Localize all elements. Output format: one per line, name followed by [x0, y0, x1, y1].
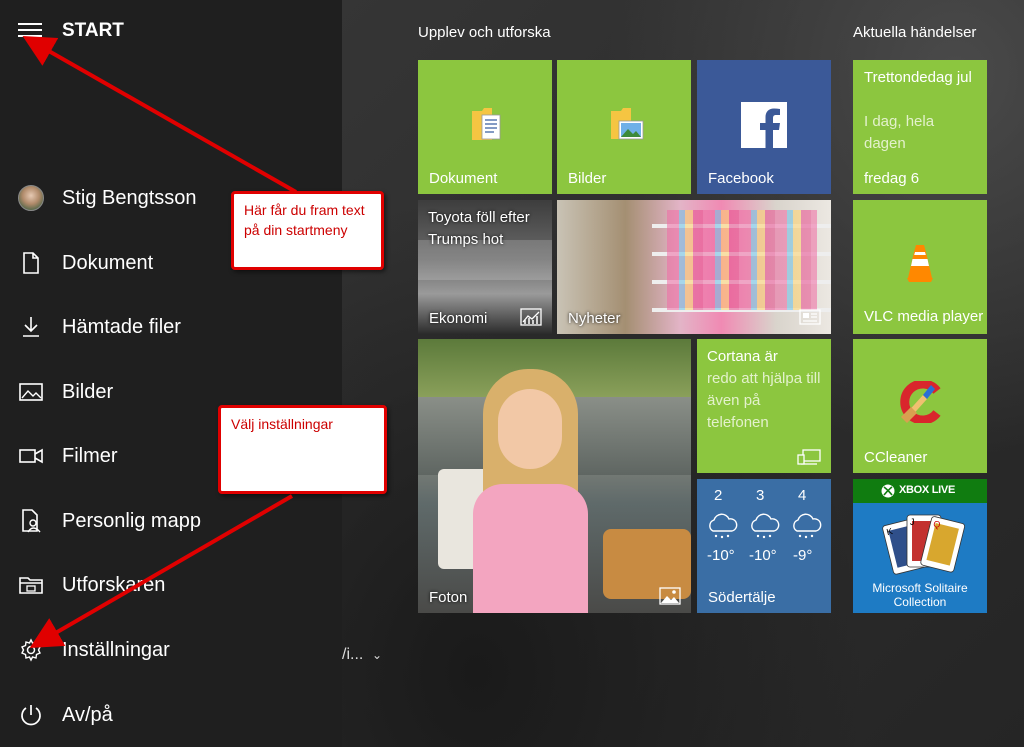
chevron-down-icon[interactable]: ⌄	[372, 648, 382, 662]
cloud-snow-icon	[709, 513, 738, 539]
annotation-callout-bottom: Välj inställningar	[218, 405, 387, 494]
avatar	[18, 185, 44, 211]
person-photo	[498, 389, 562, 469]
folder-pictures-icon	[611, 108, 644, 140]
tile-nyheter[interactable]: Nyheter	[557, 200, 831, 334]
tile-label: Nyheter	[568, 310, 621, 327]
start-menu-sidebar: START Stig Bengtsson Dokument Hämtade fi…	[0, 0, 342, 747]
sidebar-item-label: Personlig mapp	[62, 509, 201, 532]
ccleaner-icon	[900, 381, 941, 423]
tile-label: Foton	[429, 589, 468, 606]
tile-weather[interactable]: 2 3 4 -10° -10° -9° Södertälje	[697, 479, 831, 613]
news-icon	[799, 309, 821, 325]
cortana-title: Cortana är	[707, 348, 778, 365]
group-header-aktuella: Aktuella händelser	[853, 24, 977, 41]
sidebar-item-label: Dokument	[62, 251, 154, 274]
gear-icon	[0, 638, 62, 662]
sidebar-item-av-pa[interactable]: Av/på	[0, 690, 342, 740]
file-explorer-icon	[0, 575, 62, 595]
facebook-logo-icon	[741, 102, 787, 148]
tile-cortana[interactable]: Cortana är redo att hjälpa till även på …	[697, 339, 831, 473]
tile-solitaire[interactable]: XBOX LIVE K J Q Microsoft Solitaire Coll…	[853, 479, 987, 613]
sidebar-item-label: Bilder	[62, 380, 114, 403]
sidebar-item-hamtade-filer[interactable]: Hämtade filer	[0, 302, 342, 352]
tile-dokument[interactable]: Dokument	[418, 60, 552, 194]
tile-news-ekonomi[interactable]: Toyota föll efter Trumps hot Ekonomi	[418, 200, 552, 334]
group-header-upplev: Upplev och utforska	[418, 24, 551, 41]
tile-label: VLC media player	[864, 308, 984, 325]
sidebar-item-utforskaren[interactable]: Utforskaren	[0, 560, 342, 610]
cloud-snow-icon	[751, 513, 780, 539]
playing-cards-icon: K J Q	[882, 514, 966, 575]
xbox-live-banner: XBOX LIVE	[853, 479, 987, 503]
weather-city: Södertälje	[708, 589, 776, 606]
calendar-when: I dag, hela dagen	[864, 113, 935, 152]
tile-bilder[interactable]: Bilder	[557, 60, 691, 194]
tile-foton[interactable]: Foton	[418, 339, 691, 613]
annotation-callout-top: Här får du fram text på din startmeny	[231, 191, 384, 270]
weather-day: 3	[756, 487, 765, 504]
chart-icon	[520, 308, 542, 326]
document-icon	[0, 252, 62, 274]
sidebar-item-label: Filmer	[62, 444, 118, 467]
sidebar-item-label: Inställningar	[62, 638, 170, 661]
sidebar-item-installningar[interactable]: Inställningar	[0, 625, 342, 675]
sidebar-item-label: Av/på	[62, 703, 113, 726]
user-name: Stig Bengtsson	[62, 186, 197, 209]
picture-icon	[0, 382, 62, 402]
svg-text:J: J	[910, 517, 915, 527]
tile-ccleaner[interactable]: CCleaner	[853, 339, 987, 473]
tile-label: Bilder	[568, 170, 607, 187]
folder-document-icon	[472, 108, 501, 140]
tile-label: Ekonomi	[429, 310, 488, 327]
sidebar-item-label: Hämtade filer	[62, 315, 181, 338]
phone-pc-icon	[797, 449, 821, 465]
photos-icon	[659, 587, 681, 605]
cloud-snow-icon	[793, 513, 822, 539]
weather-temp: -10°	[749, 547, 777, 564]
xbox-live-label: XBOX LIVE	[899, 484, 955, 496]
weather-day: 2	[714, 487, 723, 504]
language-selector[interactable]: /i...	[342, 646, 363, 664]
video-camera-icon	[0, 448, 62, 464]
cortana-text: redo att hjälpa till även på telefonen	[707, 370, 821, 431]
tile-label: CCleaner	[864, 449, 928, 466]
xbox-logo-icon	[881, 484, 895, 498]
weather-temp: -10°	[707, 547, 735, 564]
start-title: START	[62, 20, 124, 41]
personal-folder-icon	[0, 509, 62, 533]
tile-facebook[interactable]: Facebook	[697, 60, 831, 194]
tile-label: Facebook	[708, 170, 774, 187]
vlc-cone-icon	[907, 245, 933, 282]
hamburger-menu-icon[interactable]	[18, 23, 42, 41]
weather-temp: -9°	[793, 547, 813, 564]
power-icon	[0, 703, 62, 727]
tile-label: Dokument	[429, 170, 498, 187]
calendar-date: fredag 6	[864, 170, 920, 187]
tile-label: Microsoft Solitaire Collection	[872, 581, 968, 609]
tile-calendar[interactable]: Trettondedag jul I dag, hela dagen freda…	[853, 60, 987, 194]
news-headline: Toyota föll efter Trumps hot	[428, 209, 530, 248]
sidebar-item-label: Utforskaren	[62, 573, 166, 596]
calendar-event: Trettondedag jul	[864, 69, 972, 86]
download-icon	[0, 316, 62, 338]
tile-vlc[interactable]: VLC media player	[853, 200, 987, 334]
sidebar-item-personlig-mapp[interactable]: Personlig mapp	[0, 496, 342, 546]
weather-day: 4	[798, 487, 807, 504]
